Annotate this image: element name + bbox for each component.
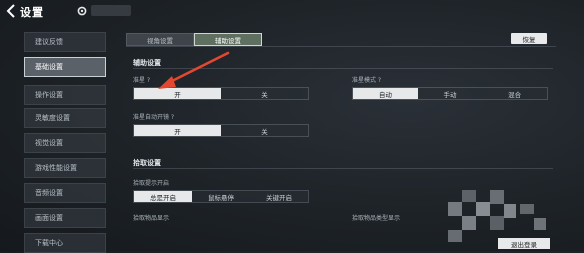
crosshair-label: 准星 ? (133, 77, 151, 84)
pickup-hint-label: 拾取提示开启 (133, 180, 170, 187)
section-divider (133, 168, 553, 169)
mosaic-block (448, 230, 462, 242)
pickup-item-type-label: 拾取物品类型显示 (352, 215, 401, 222)
sidebar-item-download[interactable]: 下载中心 (24, 233, 106, 253)
sidebar-item-label: 画面设置 (35, 214, 63, 222)
mosaic-block (520, 204, 534, 214)
option-hover[interactable]: 鼠标悬停 (192, 191, 250, 202)
pickup-item-display-label: 拾取物品显示 (133, 215, 170, 222)
tab-view-settings[interactable]: 视角设置 (126, 33, 194, 46)
mosaic-block (534, 218, 546, 230)
sidebar-item-label: 音频设置 (35, 189, 63, 197)
option-off[interactable]: 关 (221, 125, 308, 136)
tab-assist-settings[interactable]: 辅助设置 (194, 33, 262, 46)
crosshair-mode-label: 准星模式 ? (352, 77, 382, 84)
restore-button[interactable]: 恢复 (511, 33, 547, 44)
chevron-left-icon[interactable] (6, 4, 16, 18)
tab-label: 辅助设置 (215, 36, 241, 45)
top-bar: 设置 (0, 0, 584, 24)
sidebar-item-label: 视觉设置 (35, 139, 63, 147)
option-manual[interactable]: 手动 (417, 88, 483, 99)
annotation-arrow-icon (158, 51, 230, 89)
mosaic-block (462, 216, 476, 230)
sidebar-item-visual[interactable]: 视觉设置 (24, 133, 106, 153)
sidebar-item-label: 建议反馈 (35, 38, 63, 46)
pickup-hint-selector[interactable]: 总是开启 鼠标悬停 关键开启 (133, 190, 309, 203)
option-key[interactable]: 关键开启 (250, 191, 308, 202)
option-off[interactable]: 关 (221, 88, 308, 99)
crosshair-mode-selector[interactable]: 自动 手动 混合 (352, 87, 548, 100)
sidebar-item-audio[interactable]: 音频设置 (24, 183, 106, 203)
sidebar-item-label: 游戏性能设置 (35, 164, 77, 172)
obscured-region (91, 5, 131, 16)
mosaic-block (504, 204, 516, 218)
mosaic-block (462, 190, 476, 202)
mosaic-block (490, 190, 504, 204)
sidebar-item-performance[interactable]: 游戏性能设置 (24, 158, 106, 178)
sidebar-item-label: 操作设置 (35, 91, 63, 99)
option-mixed[interactable]: 混合 (482, 88, 548, 99)
auto-scope-toggle[interactable]: 开 关 (133, 124, 309, 137)
sidebar-item-controls[interactable]: 操作设置 (24, 85, 106, 105)
sidebar-item-basic[interactable]: 基础设置 (24, 57, 106, 77)
section-title-pickup: 拾取设置 (133, 159, 161, 167)
sidebar-item-feedback[interactable]: 建议反馈 (24, 32, 106, 52)
option-always[interactable]: 总是开启 (134, 191, 192, 202)
sidebar-item-label: 基础设置 (35, 63, 63, 71)
option-auto[interactable]: 自动 (353, 88, 418, 99)
tab-divider (126, 46, 556, 47)
mosaic-block (490, 216, 504, 230)
auto-scope-label: 准星自动开镜 ? (133, 114, 175, 121)
sidebar-item-sensitivity[interactable]: 灵敏度设置 (24, 108, 106, 128)
page-title: 设置 (20, 6, 44, 19)
sidebar-item-label: 下载中心 (35, 239, 63, 247)
option-on[interactable]: 开 (134, 125, 221, 136)
logout-button[interactable]: 退出登录 (498, 238, 550, 249)
mosaic-block (476, 202, 490, 216)
gear-icon[interactable] (77, 6, 87, 16)
sidebar-item-label: 灵敏度设置 (35, 114, 70, 122)
mosaic-block (448, 202, 462, 216)
tab-label: 视角设置 (147, 36, 173, 45)
sidebar-item-graphics[interactable]: 画面设置 (24, 208, 106, 228)
